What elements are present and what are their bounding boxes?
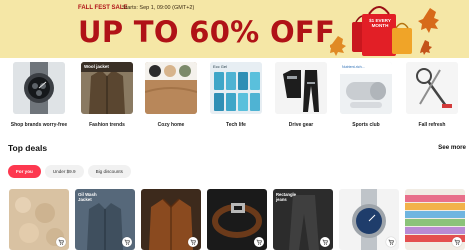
sale-name: FALL FEST SALE [78,5,128,11]
thumbnail-caption: Ecc Gel [213,64,228,69]
category-label: Drive gear [288,122,314,128]
category-sports-club[interactable]: Nutrient-rich... Sports club [337,62,395,132]
category-row: Shop brands worry-free Wool jacket Fashi… [0,62,469,132]
cart-icon [454,239,460,245]
thumbnail-caption: Wool jacket [84,64,109,69]
cart-icon [124,239,130,245]
mop-image [406,62,458,114]
tab-big-discounts[interactable]: Big discounts [87,165,131,178]
see-more-link[interactable]: See more [438,144,466,151]
sale-start-date: Starts: Sep 1, 09:00 (GMT+2) [122,5,195,11]
cart-icon [58,239,64,245]
product-card-watch[interactable] [339,189,399,250]
add-to-cart-button[interactable] [254,237,264,247]
thumbnail-caption: Nutrient-rich... [342,65,365,69]
category-fall-refresh[interactable]: Fall refresh [403,62,461,132]
top-deals-heading: Top deals [8,143,48,153]
product-card-jacket[interactable]: Oil Wash Jacket [75,189,135,250]
category-drive-gear[interactable]: Drive gear [272,62,330,132]
category-cozy-home[interactable]: Cozy home [142,62,200,132]
add-to-cart-button[interactable] [122,237,132,247]
cart-icon [190,239,196,245]
product-card-fleece[interactable] [9,189,69,250]
yarn-image [145,62,197,114]
add-to-cart-button[interactable] [188,237,198,247]
category-fashion-trends[interactable]: Wool jacket Fashion trends [78,62,136,132]
tab-for-you[interactable]: For you [8,165,41,178]
product-card-fabric-rolls[interactable] [405,189,465,250]
product-grid: Oil Wash Jacket Rectangle jeans [0,189,469,250]
product-card-leather-jacket[interactable] [141,189,201,250]
category-label: Fall refresh [418,122,446,128]
add-to-cart-button[interactable] [386,237,396,247]
phones-image: Ecc Gel [210,62,262,114]
sale-banner[interactable]: FALL FEST SALE Starts: Sep 1, 09:00 (GMT… [0,0,469,58]
cart-icon [322,239,328,245]
product-caption: Oil Wash Jacket [78,192,97,202]
add-to-cart-button[interactable] [452,237,462,247]
bag-promo-text: $1 EVERY MONTH [369,18,391,29]
category-shop-brands[interactable]: Shop brands worry-free [10,62,68,132]
sale-headline: UP TO 60% OFF [78,15,336,49]
category-label: Cozy home [157,122,185,128]
watch-image [13,62,65,114]
category-label: Sports club [352,122,380,128]
product-caption: Rectangle jeans [276,192,297,202]
cart-icon [388,239,394,245]
deal-tabs: For you Under $9.9 Big discounts [8,165,131,178]
shopping-bags-icon [330,6,439,56]
category-label: Fashion trends [89,122,125,128]
foam-roller-image: Nutrient-rich... [340,62,392,114]
motorcycle-suit-image [275,62,327,114]
tab-under-9-9[interactable]: Under $9.9 [44,165,84,178]
product-card-belt[interactable] [207,189,267,250]
add-to-cart-button[interactable] [56,237,66,247]
category-label: Tech life [226,122,246,128]
cart-icon [256,239,262,245]
product-card-jeans[interactable]: Rectangle jeans [273,189,333,250]
category-tech-life[interactable]: Ecc Gel Tech life [207,62,265,132]
add-to-cart-button[interactable] [320,237,330,247]
category-label: Shop brands worry-free [10,122,68,128]
jacket-image: Wool jacket [81,62,133,114]
